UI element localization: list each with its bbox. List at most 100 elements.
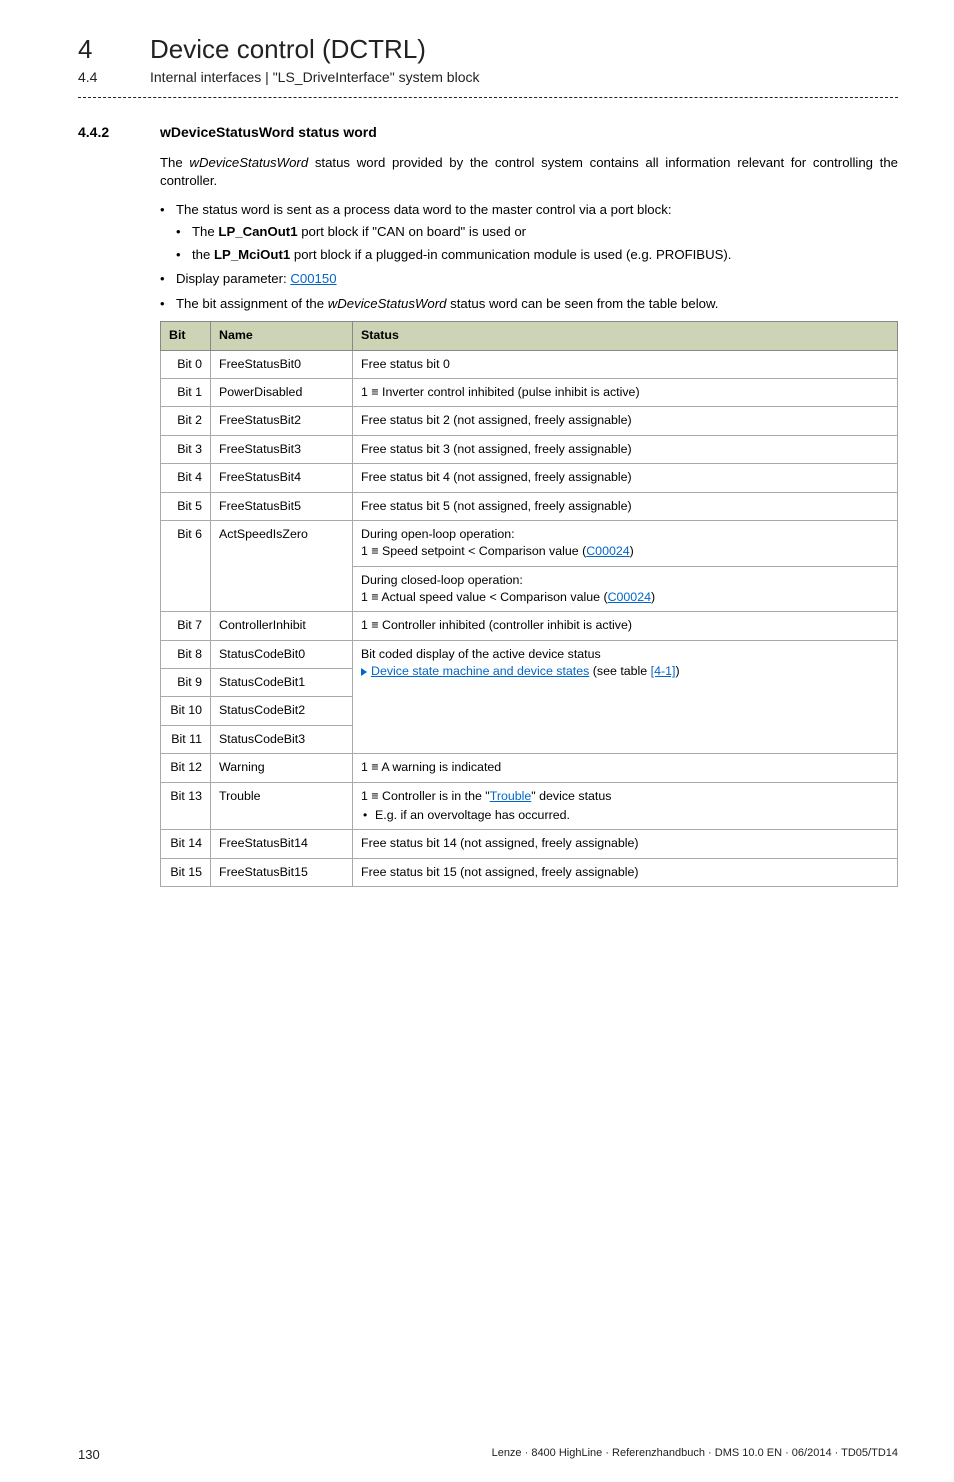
cell: Free status bit 0 (353, 350, 898, 378)
list-item: Display parameter: C00150 (160, 270, 898, 288)
section-title: Internal interfaces | "LS_DriveInterface… (150, 69, 480, 85)
cell: StatusCodeBit3 (211, 725, 353, 753)
cell: 1 ≡ Controller is in the "Trouble" devic… (353, 782, 898, 830)
cell: Bit 5 (161, 492, 211, 520)
cell: Bit coded display of the active device s… (353, 640, 898, 753)
text: The (192, 224, 218, 239)
page-number: 130 (78, 1447, 100, 1462)
text-bold: LP_CanOut1 (218, 224, 297, 239)
text: ) (630, 544, 634, 558)
text: status word can be seen from the table b… (446, 296, 718, 311)
text: The (160, 155, 189, 170)
cell: Free status bit 3 (not assigned, freely … (353, 435, 898, 463)
cell: Bit 1 (161, 379, 211, 407)
bit-table: Bit Name Status Bit 0 FreeStatusBit0 Fre… (160, 321, 898, 887)
cell: Warning (211, 754, 353, 782)
subsection-number: 4.4.2 (78, 124, 132, 140)
trouble-link[interactable]: Trouble (490, 789, 532, 803)
cell: Free status bit 15 (not assigned, freely… (353, 858, 898, 886)
cell: Bit 13 (161, 782, 211, 830)
text: port block if a plugged-in communication… (290, 247, 731, 262)
table-row: Bit 7 ControllerInhibit 1 ≡ Controller i… (161, 612, 898, 640)
cell: ActSpeedIsZero (211, 520, 353, 611)
cell: 1 ≡ Inverter control inhibited (pulse in… (353, 379, 898, 407)
text: During closed-loop operation: (361, 573, 523, 587)
cell: Bit 6 (161, 520, 211, 611)
list-item: The bit assignment of the wDeviceStatusW… (160, 295, 898, 313)
intro-paragraph: The wDeviceStatusWord status word provid… (160, 154, 898, 191)
section-number: 4.4 (78, 69, 122, 85)
cell: FreeStatusBit2 (211, 407, 353, 435)
param-link[interactable]: C00024 (586, 544, 629, 558)
text-italic: wDeviceStatusWord (328, 296, 447, 311)
cell: FreeStatusBit14 (211, 830, 353, 858)
param-link[interactable]: C00150 (290, 271, 336, 286)
col-name: Name (211, 322, 353, 350)
cell: Free status bit 2 (not assigned, freely … (353, 407, 898, 435)
table-row: Bit 1 PowerDisabled 1 ≡ Inverter control… (161, 379, 898, 407)
text-italic: wDeviceStatusWord (189, 155, 308, 170)
table-row: Bit 14 FreeStatusBit14 Free status bit 1… (161, 830, 898, 858)
cell: Bit 11 (161, 725, 211, 753)
text: 1 ≡ Actual speed value < Comparison valu… (361, 590, 608, 604)
param-link[interactable]: C00024 (608, 590, 651, 604)
cell: Bit 14 (161, 830, 211, 858)
footer: 130 Lenze · 8400 HighLine · Referenzhand… (78, 1447, 898, 1462)
table-row: Bit 6 ActSpeedIsZero During open-loop op… (161, 520, 898, 566)
cell: Free status bit 5 (not assigned, freely … (353, 492, 898, 520)
table-ref-link[interactable]: [4-1] (651, 664, 676, 678)
cell: Free status bit 14 (not assigned, freely… (353, 830, 898, 858)
text: The status word is sent as a process dat… (176, 202, 672, 217)
text: During open-loop operation: (361, 527, 515, 541)
text: " device status (531, 789, 611, 803)
cell: During open-loop operation: 1 ≡ Speed se… (353, 520, 898, 566)
subsection-title: wDeviceStatusWord status word (160, 124, 377, 140)
cell: Trouble (211, 782, 353, 830)
text: 1 ≡ Speed setpoint < Comparison value ( (361, 544, 586, 558)
text: ) (675, 664, 679, 678)
cell: Bit 8 (161, 640, 211, 668)
cell: FreeStatusBit5 (211, 492, 353, 520)
table-header-row: Bit Name Status (161, 322, 898, 350)
table-row: Bit 12 Warning 1 ≡ A warning is indicate… (161, 754, 898, 782)
cell: Bit 9 (161, 669, 211, 697)
text: Display parameter: (176, 271, 290, 286)
cell: Bit 10 (161, 697, 211, 725)
cell: Bit 3 (161, 435, 211, 463)
cell: StatusCodeBit1 (211, 669, 353, 697)
cell: ControllerInhibit (211, 612, 353, 640)
divider (78, 97, 898, 98)
cell: Bit 0 (161, 350, 211, 378)
text: Bit coded display of the active device s… (361, 647, 601, 661)
cell: StatusCodeBit0 (211, 640, 353, 668)
table-row: Bit 2 FreeStatusBit2 Free status bit 2 (… (161, 407, 898, 435)
list-item: The status word is sent as a process dat… (160, 201, 898, 264)
table-row: Bit 13 Trouble 1 ≡ Controller is in the … (161, 782, 898, 830)
footer-text: Lenze · 8400 HighLine · Referenzhandbuch… (492, 1447, 898, 1459)
table-row: Bit 0 FreeStatusBit0 Free status bit 0 (161, 350, 898, 378)
col-status: Status (353, 322, 898, 350)
cell: 1 ≡ A warning is indicated (353, 754, 898, 782)
cell: Bit 15 (161, 858, 211, 886)
text: 1 ≡ Controller is in the " (361, 789, 490, 803)
triangle-icon (361, 668, 367, 676)
cell: FreeStatusBit3 (211, 435, 353, 463)
cell: Bit 7 (161, 612, 211, 640)
text: The bit assignment of the (176, 296, 328, 311)
list-item: the LP_MciOut1 port block if a plugged-i… (176, 246, 898, 264)
text: port block if "CAN on board" is used or (298, 224, 527, 239)
list-item: The LP_CanOut1 port block if "CAN on boa… (176, 223, 898, 241)
ref-link[interactable]: Device state machine and device states (371, 664, 589, 678)
text: ) (651, 590, 655, 604)
table-row: Bit 15 FreeStatusBit15 Free status bit 1… (161, 858, 898, 886)
text-bold: LP_MciOut1 (214, 247, 290, 262)
sub-bullet: E.g. if an overvoltage has occurred. (361, 807, 889, 824)
chapter-number: 4 (78, 34, 122, 65)
text: the (192, 247, 214, 262)
text: (see table (589, 664, 650, 678)
cell: Bit 2 (161, 407, 211, 435)
cell: During closed-loop operation: 1 ≡ Actual… (353, 566, 898, 612)
cell: FreeStatusBit15 (211, 858, 353, 886)
cell: FreeStatusBit4 (211, 464, 353, 492)
cell: Bit 4 (161, 464, 211, 492)
